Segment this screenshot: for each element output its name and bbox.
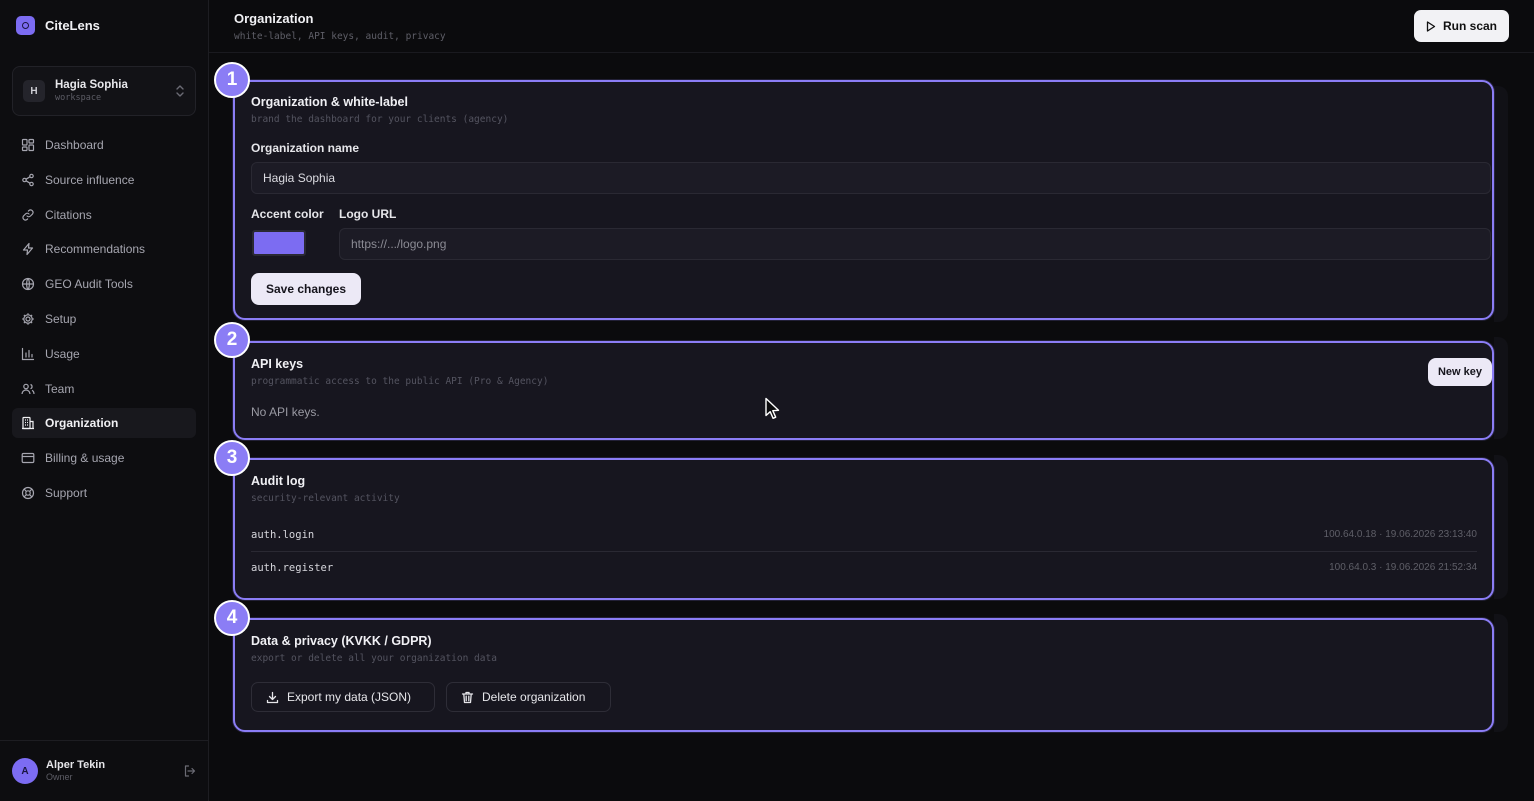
mouse-cursor-icon: [765, 397, 780, 419]
sidebar-item-billing[interactable]: Billing & usage: [12, 443, 196, 473]
sidebar-item-label: Support: [45, 485, 88, 500]
log-action: auth.login: [251, 528, 315, 541]
download-icon: [266, 691, 279, 703]
user-role: Owner: [46, 772, 73, 783]
page-header: Organization white-label, API keys, audi…: [209, 0, 1534, 53]
gear-icon: [22, 313, 34, 325]
brand-logo-icon: [16, 16, 35, 35]
run-scan-label: Run scan: [1442, 19, 1497, 33]
step-badge-1: 1: [214, 62, 250, 98]
sidebar-item-label: Source influence: [45, 172, 135, 187]
step-badge-2: 2: [214, 322, 250, 358]
credit-card-icon: [21, 453, 35, 464]
sidebar-item-recommendations[interactable]: Recommendations: [12, 234, 196, 264]
step-badge-3: 3: [214, 440, 250, 476]
bolt-icon: [22, 243, 34, 256]
avatar[interactable]: A: [12, 758, 38, 784]
organization-name-label: Organization name: [251, 141, 360, 155]
logo-url-label: Logo URL: [339, 207, 397, 221]
table-row: auth.register 100.64.0.3 · 19.06.2026 21…: [251, 551, 1477, 584]
log-meta: 100.64.0.3 · 19.06.2026 21:52:34: [1329, 562, 1477, 573]
building-icon: [22, 417, 34, 430]
run-scan-button[interactable]: Run scan: [1414, 10, 1509, 42]
delete-organization-button[interactable]: Delete organization: [446, 682, 611, 712]
card-edge: [1494, 86, 1508, 322]
organization-name-input[interactable]: [251, 162, 1491, 194]
lifebuoy-icon: [21, 486, 35, 500]
card-subtitle: programmatic access to the public API (P…: [251, 376, 549, 387]
export-data-label: Export my data (JSON): [287, 690, 412, 704]
card-edge: [1494, 455, 1508, 599]
sidebar-item-label: Setup: [45, 311, 77, 326]
user-profile: A Alper Tekin Owner: [0, 740, 209, 801]
sidebar-item-team[interactable]: Team: [12, 374, 196, 404]
logout-icon[interactable]: [183, 764, 197, 778]
sidebar-item-support[interactable]: Support: [12, 478, 196, 508]
sidebar-item-label: Organization: [45, 416, 119, 431]
save-changes-button[interactable]: Save changes: [251, 273, 361, 305]
sidebar-item-label: Billing & usage: [45, 451, 125, 466]
workspace-avatar: H: [23, 80, 45, 102]
card-title: Audit log: [251, 474, 306, 488]
card-subtitle: brand the dashboard for your clients (ag…: [251, 114, 509, 125]
sidebar: CiteLens H Hagia Sophia workspace Dashbo…: [0, 0, 209, 801]
page-title: Organization: [234, 11, 314, 26]
audit-log-card: Audit log security-relevant activity aut…: [233, 458, 1494, 600]
sidebar-item-geo-audit-tools[interactable]: GEO Audit Tools: [12, 269, 196, 299]
sidebar-item-organization[interactable]: Organization: [12, 408, 196, 439]
users-icon: [21, 383, 35, 394]
sidebar-item-setup[interactable]: Setup: [12, 304, 196, 334]
log-action: auth.register: [251, 561, 334, 574]
step-badge-4: 4: [214, 600, 250, 636]
trash-icon: [461, 691, 474, 703]
log-meta: 100.64.0.18 · 19.06.2026 23:13:40: [1323, 529, 1477, 540]
accent-color-swatch[interactable]: [252, 230, 306, 256]
sidebar-item-source-influence[interactable]: Source influence: [12, 165, 196, 195]
brand-name: CiteLens: [45, 18, 100, 33]
page-subtitle: white-label, API keys, audit, privacy: [234, 31, 446, 42]
api-keys-card: API keys programmatic access to the publ…: [233, 341, 1494, 440]
api-keys-empty-text: No API keys.: [251, 405, 320, 419]
sidebar-item-label: Dashboard: [45, 138, 104, 152]
organization-card: Organization & white-label brand the das…: [233, 80, 1494, 320]
grid-icon: [21, 138, 35, 152]
sidebar-item-label: Recommendations: [45, 242, 146, 257]
sidebar-item-label: GEO Audit Tools: [45, 277, 133, 292]
sidebar-item-usage[interactable]: Usage: [12, 339, 196, 369]
play-icon: [1426, 20, 1436, 32]
share-icon: [22, 173, 34, 187]
sidebar-nav: Dashboard Source influence Citations Rec…: [12, 130, 196, 513]
sidebar-item-citations[interactable]: Citations: [12, 200, 196, 230]
card-title: Data & privacy (KVKK / GDPR): [251, 634, 432, 648]
new-key-button[interactable]: New key: [1428, 358, 1492, 386]
link-icon: [22, 209, 34, 221]
workspace-label: workspace: [55, 92, 102, 103]
card-title: Organization & white-label: [251, 95, 408, 109]
globe-icon: [21, 278, 35, 291]
sidebar-item-label: Citations: [45, 207, 92, 222]
card-edge: [1494, 614, 1508, 732]
table-row: auth.login 100.64.0.18 · 19.06.2026 23:1…: [251, 518, 1477, 551]
chevron-up-down-icon: [176, 85, 184, 97]
card-subtitle: security-relevant activity: [251, 493, 400, 504]
card-subtitle: export or delete all your organization d…: [251, 653, 497, 664]
accent-color-label: Accent color: [251, 207, 324, 221]
card-title: API keys: [251, 357, 304, 371]
sidebar-item-dashboard[interactable]: Dashboard: [12, 130, 196, 160]
bar-chart-icon: [21, 347, 35, 360]
logo-url-input[interactable]: [339, 228, 1491, 260]
user-name: Alper Tekin: [46, 759, 106, 771]
sidebar-item-label: Team: [45, 381, 75, 396]
sidebar-item-label: Usage: [45, 346, 80, 361]
export-data-button[interactable]: Export my data (JSON): [251, 682, 435, 712]
card-edge: [1494, 337, 1508, 439]
workspace-switcher[interactable]: H Hagia Sophia workspace: [12, 66, 196, 116]
delete-organization-label: Delete organization: [482, 690, 586, 704]
workspace-name: Hagia Sophia: [55, 78, 128, 91]
brand[interactable]: CiteLens: [16, 16, 100, 35]
data-privacy-card: Data & privacy (KVKK / GDPR) export or d…: [233, 618, 1494, 732]
